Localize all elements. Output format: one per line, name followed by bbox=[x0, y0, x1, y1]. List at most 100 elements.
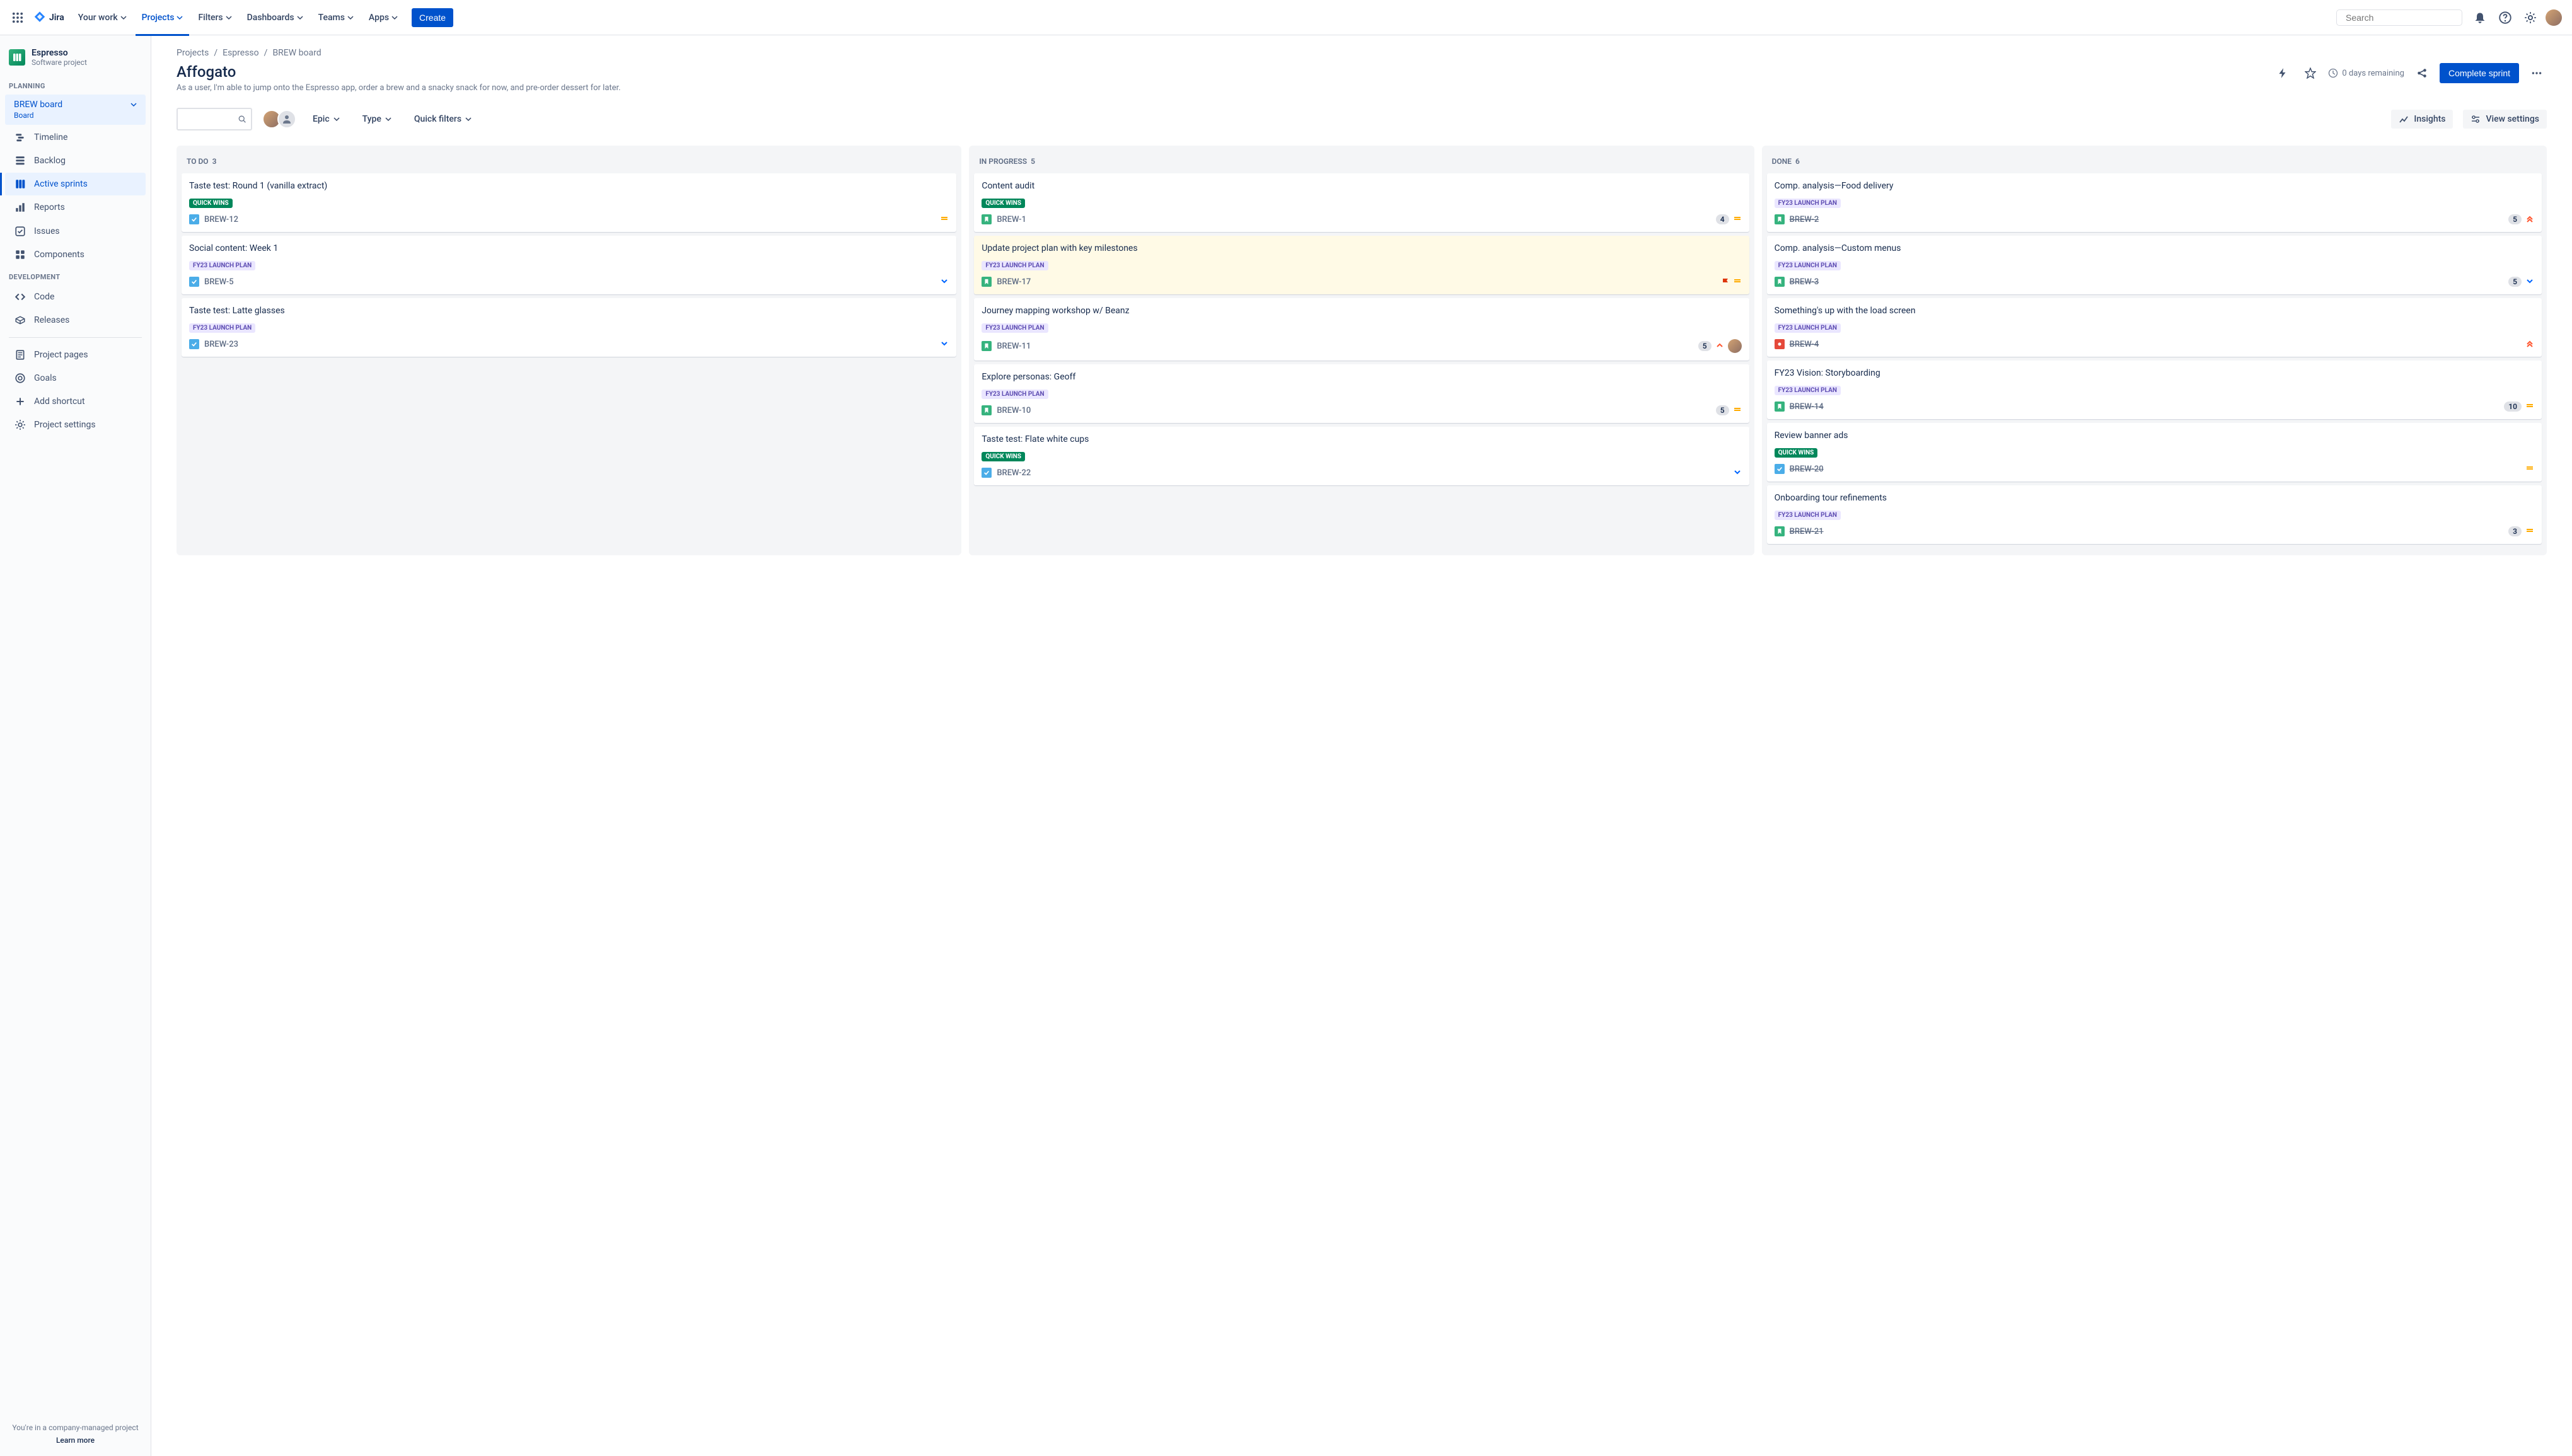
issue-key: BREW-17 bbox=[997, 277, 1031, 287]
board-search-input[interactable] bbox=[183, 115, 238, 124]
card-title: Something's up with the load screen bbox=[1775, 306, 2534, 316]
unassigned-avatar[interactable] bbox=[277, 110, 296, 129]
card-title: Comp. analysis—Food delivery bbox=[1775, 181, 2534, 191]
priority-low-icon bbox=[1733, 468, 1742, 477]
backlog-icon bbox=[14, 154, 26, 167]
star-icon[interactable] bbox=[2300, 63, 2320, 83]
issue-key: BREW-14 bbox=[1790, 402, 1824, 412]
issue-card[interactable]: Taste test: Latte glasses FY23 LAUNCH PL… bbox=[182, 298, 956, 357]
issue-card[interactable]: Onboarding tour refinements FY23 LAUNCH … bbox=[1767, 485, 2542, 544]
sidebar-item-project-pages[interactable]: Project pages bbox=[5, 344, 146, 366]
epic-filter[interactable]: Epic bbox=[306, 110, 346, 128]
card-label: FY23 LAUNCH PLAN bbox=[982, 390, 1048, 399]
nav-item-dashboards[interactable]: Dashboards bbox=[241, 9, 310, 26]
brew-board-subtitle: Board bbox=[14, 111, 34, 120]
priority-low-icon bbox=[940, 340, 949, 349]
share-icon[interactable] bbox=[2412, 63, 2432, 83]
profile-avatar[interactable] bbox=[2546, 9, 2562, 26]
notifications-icon[interactable] bbox=[2470, 8, 2490, 28]
story-points: 5 bbox=[1698, 341, 1712, 351]
sidebar-item-add-shortcut[interactable]: Add shortcut bbox=[5, 390, 146, 413]
issue-card[interactable]: Social content: Week 1 FY23 LAUNCH PLAN … bbox=[182, 236, 956, 294]
create-button[interactable]: Create bbox=[412, 8, 453, 27]
issue-type-story-icon bbox=[982, 341, 992, 351]
issue-type-story-icon bbox=[1775, 277, 1785, 287]
column-to-do: TO DO3 Taste test: Round 1 (vanilla extr… bbox=[177, 146, 961, 555]
quick-filters[interactable]: Quick filters bbox=[408, 110, 478, 128]
sidebar-item-code[interactable]: Code bbox=[5, 286, 146, 308]
search-input[interactable] bbox=[2346, 13, 2460, 23]
chevron-down-icon bbox=[465, 116, 472, 122]
issue-type-story-icon bbox=[982, 405, 992, 415]
issue-card[interactable]: Content audit QUICK WINS BREW-1 4 bbox=[974, 173, 1749, 232]
issue-card[interactable]: Something's up with the load screen FY23… bbox=[1767, 298, 2542, 357]
issue-key: BREW-1 bbox=[997, 215, 1026, 224]
chevron-down-icon bbox=[297, 14, 303, 21]
chevron-down-icon bbox=[226, 14, 232, 21]
issue-card[interactable]: Journey mapping workshop w/ Beanz FY23 L… bbox=[974, 298, 1749, 361]
nav-item-apps[interactable]: Apps bbox=[362, 9, 404, 26]
automation-icon[interactable] bbox=[2273, 63, 2293, 83]
nav-item-your-work[interactable]: Your work bbox=[72, 9, 133, 26]
sidebar-item-active-sprints[interactable]: Active sprints bbox=[5, 173, 146, 195]
board-search[interactable] bbox=[177, 108, 252, 130]
sidebar-item-goals[interactable]: Goals bbox=[5, 367, 146, 390]
card-title: Journey mapping workshop w/ Beanz bbox=[982, 306, 1741, 316]
learn-more-link[interactable]: Learn more bbox=[9, 1436, 142, 1445]
sidebar-item-backlog[interactable]: Backlog bbox=[5, 149, 146, 172]
breadcrumb-item[interactable]: Espresso bbox=[223, 48, 259, 58]
issue-card[interactable]: Comp. analysis—Food delivery FY23 LAUNCH… bbox=[1767, 173, 2542, 232]
sidebar-item-issues[interactable]: Issues bbox=[5, 220, 146, 243]
app-switcher-icon[interactable] bbox=[10, 10, 25, 25]
view-settings-button[interactable]: View settings bbox=[2463, 110, 2547, 129]
jira-logo[interactable]: Jira bbox=[33, 11, 64, 25]
card-title: Review banner ads bbox=[1775, 430, 2534, 441]
issue-card[interactable]: Review banner ads QUICK WINS BREW-20 bbox=[1767, 423, 2542, 482]
issue-card[interactable]: Taste test: Round 1 (vanilla extract) QU… bbox=[182, 173, 956, 232]
project-header[interactable]: Espresso Software project bbox=[0, 35, 151, 76]
nav-item-projects[interactable]: Projects bbox=[136, 9, 190, 26]
issue-card[interactable]: FY23 Vision: Storyboarding FY23 LAUNCH P… bbox=[1767, 361, 2542, 419]
issue-key: BREW-21 bbox=[1790, 527, 1824, 536]
nav-item-teams[interactable]: Teams bbox=[312, 9, 360, 26]
card-title: Taste test: Latte glasses bbox=[189, 306, 949, 316]
sidebar-item-reports[interactable]: Reports bbox=[5, 196, 146, 219]
assignee-filter[interactable] bbox=[262, 110, 296, 129]
story-points: 10 bbox=[2504, 402, 2522, 412]
complete-sprint-button[interactable]: Complete sprint bbox=[2440, 63, 2519, 83]
settings-icon[interactable] bbox=[2520, 8, 2540, 28]
sidebar-item-brew-board[interactable]: BREW board Board bbox=[5, 95, 146, 125]
priority-medium-icon bbox=[2525, 402, 2534, 411]
sidebar-item-releases[interactable]: Releases bbox=[5, 309, 146, 332]
nav-item-filters[interactable]: Filters bbox=[192, 9, 238, 26]
breadcrumb-item[interactable]: BREW board bbox=[272, 48, 321, 58]
sidebar-item-components[interactable]: Components bbox=[5, 243, 146, 266]
sliders-icon bbox=[2471, 114, 2481, 124]
issue-card[interactable]: Update project plan with key milestones … bbox=[974, 236, 1749, 294]
priority-high-icon bbox=[1715, 342, 1724, 350]
sidebar-item-project-settings[interactable]: Project settings bbox=[5, 413, 146, 436]
issue-card[interactable]: Comp. analysis—Custom menus FY23 LAUNCH … bbox=[1767, 236, 2542, 294]
more-actions-icon[interactable] bbox=[2527, 63, 2547, 83]
global-search[interactable] bbox=[2336, 9, 2462, 26]
breadcrumb-item[interactable]: Projects bbox=[177, 48, 209, 58]
main-content: Projects/Espresso/BREW board Affogato As… bbox=[151, 35, 2572, 1456]
card-label: FY23 LAUNCH PLAN bbox=[982, 261, 1048, 270]
page-title: Affogato bbox=[177, 63, 621, 81]
issue-key: BREW-12 bbox=[204, 215, 238, 224]
board-icon bbox=[14, 178, 26, 190]
issue-key: BREW-3 bbox=[1790, 277, 1819, 287]
column-header: DONE6 bbox=[1767, 153, 2542, 173]
card-label: FY23 LAUNCH PLAN bbox=[1775, 511, 1841, 520]
issue-key: BREW-23 bbox=[204, 340, 238, 349]
type-filter[interactable]: Type bbox=[356, 110, 398, 128]
project-icon bbox=[9, 49, 25, 66]
issue-type-story-icon bbox=[982, 214, 992, 224]
issue-card[interactable]: Taste test: Flate white cups QUICK WINS … bbox=[974, 427, 1749, 485]
sidebar-item-timeline[interactable]: Timeline bbox=[5, 126, 146, 149]
brew-board-title: BREW board bbox=[14, 100, 62, 110]
insights-button[interactable]: Insights bbox=[2391, 110, 2453, 129]
issue-card[interactable]: Explore personas: Geoff FY23 LAUNCH PLAN… bbox=[974, 364, 1749, 423]
card-label: FY23 LAUNCH PLAN bbox=[982, 323, 1048, 333]
help-icon[interactable] bbox=[2495, 8, 2515, 28]
